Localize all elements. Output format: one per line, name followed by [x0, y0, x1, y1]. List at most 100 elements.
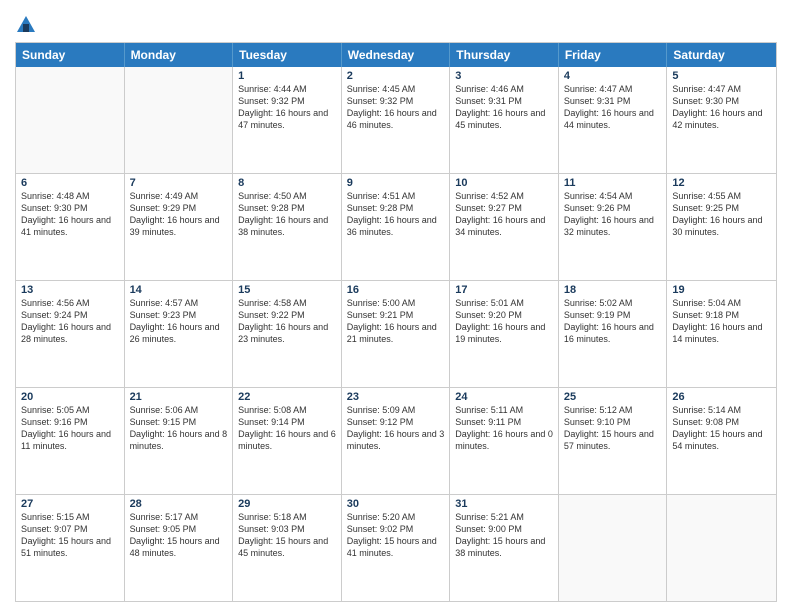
cell-content: Sunrise: 5:17 AM Sunset: 9:05 PM Dayligh…: [130, 511, 228, 560]
day-number: 3: [455, 70, 553, 82]
calendar-cell: 3Sunrise: 4:46 AM Sunset: 9:31 PM Daylig…: [450, 67, 559, 173]
calendar-cell: 9Sunrise: 4:51 AM Sunset: 9:28 PM Daylig…: [342, 174, 451, 280]
calendar-body: 1Sunrise: 4:44 AM Sunset: 9:32 PM Daylig…: [16, 67, 776, 601]
calendar-cell: 31Sunrise: 5:21 AM Sunset: 9:00 PM Dayli…: [450, 495, 559, 601]
cell-content: Sunrise: 5:01 AM Sunset: 9:20 PM Dayligh…: [455, 297, 553, 346]
calendar-cell: 8Sunrise: 4:50 AM Sunset: 9:28 PM Daylig…: [233, 174, 342, 280]
day-number: 25: [564, 391, 662, 403]
calendar-cell: 10Sunrise: 4:52 AM Sunset: 9:27 PM Dayli…: [450, 174, 559, 280]
day-number: 19: [672, 284, 771, 296]
calendar-cell: 5Sunrise: 4:47 AM Sunset: 9:30 PM Daylig…: [667, 67, 776, 173]
calendar-week: 1Sunrise: 4:44 AM Sunset: 9:32 PM Daylig…: [16, 67, 776, 174]
calendar-week: 27Sunrise: 5:15 AM Sunset: 9:07 PM Dayli…: [16, 495, 776, 601]
day-number: 2: [347, 70, 445, 82]
calendar-header-cell: Saturday: [667, 43, 776, 67]
cell-content: Sunrise: 4:46 AM Sunset: 9:31 PM Dayligh…: [455, 83, 553, 132]
cell-content: Sunrise: 5:06 AM Sunset: 9:15 PM Dayligh…: [130, 404, 228, 453]
calendar-cell: 16Sunrise: 5:00 AM Sunset: 9:21 PM Dayli…: [342, 281, 451, 387]
calendar-cell: 14Sunrise: 4:57 AM Sunset: 9:23 PM Dayli…: [125, 281, 234, 387]
calendar-cell: 24Sunrise: 5:11 AM Sunset: 9:11 PM Dayli…: [450, 388, 559, 494]
cell-content: Sunrise: 5:12 AM Sunset: 9:10 PM Dayligh…: [564, 404, 662, 453]
calendar-cell: 25Sunrise: 5:12 AM Sunset: 9:10 PM Dayli…: [559, 388, 668, 494]
calendar-cell: [16, 67, 125, 173]
cell-content: Sunrise: 4:44 AM Sunset: 9:32 PM Dayligh…: [238, 83, 336, 132]
day-number: 4: [564, 70, 662, 82]
calendar-week: 13Sunrise: 4:56 AM Sunset: 9:24 PM Dayli…: [16, 281, 776, 388]
day-number: 26: [672, 391, 771, 403]
cell-content: Sunrise: 4:58 AM Sunset: 9:22 PM Dayligh…: [238, 297, 336, 346]
day-number: 30: [347, 498, 445, 510]
cell-content: Sunrise: 5:14 AM Sunset: 9:08 PM Dayligh…: [672, 404, 771, 453]
calendar-week: 6Sunrise: 4:48 AM Sunset: 9:30 PM Daylig…: [16, 174, 776, 281]
calendar: SundayMondayTuesdayWednesdayThursdayFrid…: [15, 42, 777, 602]
day-number: 27: [21, 498, 119, 510]
day-number: 29: [238, 498, 336, 510]
calendar-header-cell: Sunday: [16, 43, 125, 67]
calendar-cell: 27Sunrise: 5:15 AM Sunset: 9:07 PM Dayli…: [16, 495, 125, 601]
calendar-header-cell: Wednesday: [342, 43, 451, 67]
cell-content: Sunrise: 4:47 AM Sunset: 9:31 PM Dayligh…: [564, 83, 662, 132]
calendar-cell: 7Sunrise: 4:49 AM Sunset: 9:29 PM Daylig…: [125, 174, 234, 280]
cell-content: Sunrise: 5:21 AM Sunset: 9:00 PM Dayligh…: [455, 511, 553, 560]
calendar-cell: 4Sunrise: 4:47 AM Sunset: 9:31 PM Daylig…: [559, 67, 668, 173]
cell-content: Sunrise: 5:11 AM Sunset: 9:11 PM Dayligh…: [455, 404, 553, 453]
calendar-header-cell: Thursday: [450, 43, 559, 67]
cell-content: Sunrise: 4:54 AM Sunset: 9:26 PM Dayligh…: [564, 190, 662, 239]
calendar-cell: [125, 67, 234, 173]
cell-content: Sunrise: 4:51 AM Sunset: 9:28 PM Dayligh…: [347, 190, 445, 239]
calendar-header-cell: Monday: [125, 43, 234, 67]
cell-content: Sunrise: 4:49 AM Sunset: 9:29 PM Dayligh…: [130, 190, 228, 239]
logo: [15, 14, 40, 36]
day-number: 20: [21, 391, 119, 403]
day-number: 11: [564, 177, 662, 189]
cell-content: Sunrise: 4:47 AM Sunset: 9:30 PM Dayligh…: [672, 83, 771, 132]
calendar-header-row: SundayMondayTuesdayWednesdayThursdayFrid…: [16, 43, 776, 67]
calendar-cell: 18Sunrise: 5:02 AM Sunset: 9:19 PM Dayli…: [559, 281, 668, 387]
cell-content: Sunrise: 4:56 AM Sunset: 9:24 PM Dayligh…: [21, 297, 119, 346]
cell-content: Sunrise: 5:20 AM Sunset: 9:02 PM Dayligh…: [347, 511, 445, 560]
day-number: 7: [130, 177, 228, 189]
cell-content: Sunrise: 4:50 AM Sunset: 9:28 PM Dayligh…: [238, 190, 336, 239]
day-number: 10: [455, 177, 553, 189]
cell-content: Sunrise: 4:55 AM Sunset: 9:25 PM Dayligh…: [672, 190, 771, 239]
day-number: 9: [347, 177, 445, 189]
calendar-cell: [559, 495, 668, 601]
cell-content: Sunrise: 5:15 AM Sunset: 9:07 PM Dayligh…: [21, 511, 119, 560]
cell-content: Sunrise: 4:48 AM Sunset: 9:30 PM Dayligh…: [21, 190, 119, 239]
cell-content: Sunrise: 5:04 AM Sunset: 9:18 PM Dayligh…: [672, 297, 771, 346]
calendar-cell: 20Sunrise: 5:05 AM Sunset: 9:16 PM Dayli…: [16, 388, 125, 494]
day-number: 6: [21, 177, 119, 189]
day-number: 13: [21, 284, 119, 296]
cell-content: Sunrise: 5:05 AM Sunset: 9:16 PM Dayligh…: [21, 404, 119, 453]
day-number: 21: [130, 391, 228, 403]
calendar-cell: 26Sunrise: 5:14 AM Sunset: 9:08 PM Dayli…: [667, 388, 776, 494]
day-number: 18: [564, 284, 662, 296]
cell-content: Sunrise: 4:52 AM Sunset: 9:27 PM Dayligh…: [455, 190, 553, 239]
day-number: 22: [238, 391, 336, 403]
day-number: 23: [347, 391, 445, 403]
cell-content: Sunrise: 5:09 AM Sunset: 9:12 PM Dayligh…: [347, 404, 445, 453]
cell-content: Sunrise: 5:18 AM Sunset: 9:03 PM Dayligh…: [238, 511, 336, 560]
calendar-cell: 22Sunrise: 5:08 AM Sunset: 9:14 PM Dayli…: [233, 388, 342, 494]
cell-content: Sunrise: 4:45 AM Sunset: 9:32 PM Dayligh…: [347, 83, 445, 132]
calendar-cell: 15Sunrise: 4:58 AM Sunset: 9:22 PM Dayli…: [233, 281, 342, 387]
calendar-cell: [667, 495, 776, 601]
calendar-cell: 28Sunrise: 5:17 AM Sunset: 9:05 PM Dayli…: [125, 495, 234, 601]
day-number: 28: [130, 498, 228, 510]
cell-content: Sunrise: 5:08 AM Sunset: 9:14 PM Dayligh…: [238, 404, 336, 453]
calendar-header-cell: Tuesday: [233, 43, 342, 67]
calendar-cell: 23Sunrise: 5:09 AM Sunset: 9:12 PM Dayli…: [342, 388, 451, 494]
calendar-cell: 12Sunrise: 4:55 AM Sunset: 9:25 PM Dayli…: [667, 174, 776, 280]
day-number: 14: [130, 284, 228, 296]
calendar-cell: 13Sunrise: 4:56 AM Sunset: 9:24 PM Dayli…: [16, 281, 125, 387]
day-number: 8: [238, 177, 336, 189]
calendar-cell: 6Sunrise: 4:48 AM Sunset: 9:30 PM Daylig…: [16, 174, 125, 280]
cell-content: Sunrise: 4:57 AM Sunset: 9:23 PM Dayligh…: [130, 297, 228, 346]
day-number: 12: [672, 177, 771, 189]
calendar-cell: 29Sunrise: 5:18 AM Sunset: 9:03 PM Dayli…: [233, 495, 342, 601]
calendar-cell: 11Sunrise: 4:54 AM Sunset: 9:26 PM Dayli…: [559, 174, 668, 280]
calendar-cell: 19Sunrise: 5:04 AM Sunset: 9:18 PM Dayli…: [667, 281, 776, 387]
cell-content: Sunrise: 5:00 AM Sunset: 9:21 PM Dayligh…: [347, 297, 445, 346]
calendar-cell: 30Sunrise: 5:20 AM Sunset: 9:02 PM Dayli…: [342, 495, 451, 601]
calendar-week: 20Sunrise: 5:05 AM Sunset: 9:16 PM Dayli…: [16, 388, 776, 495]
